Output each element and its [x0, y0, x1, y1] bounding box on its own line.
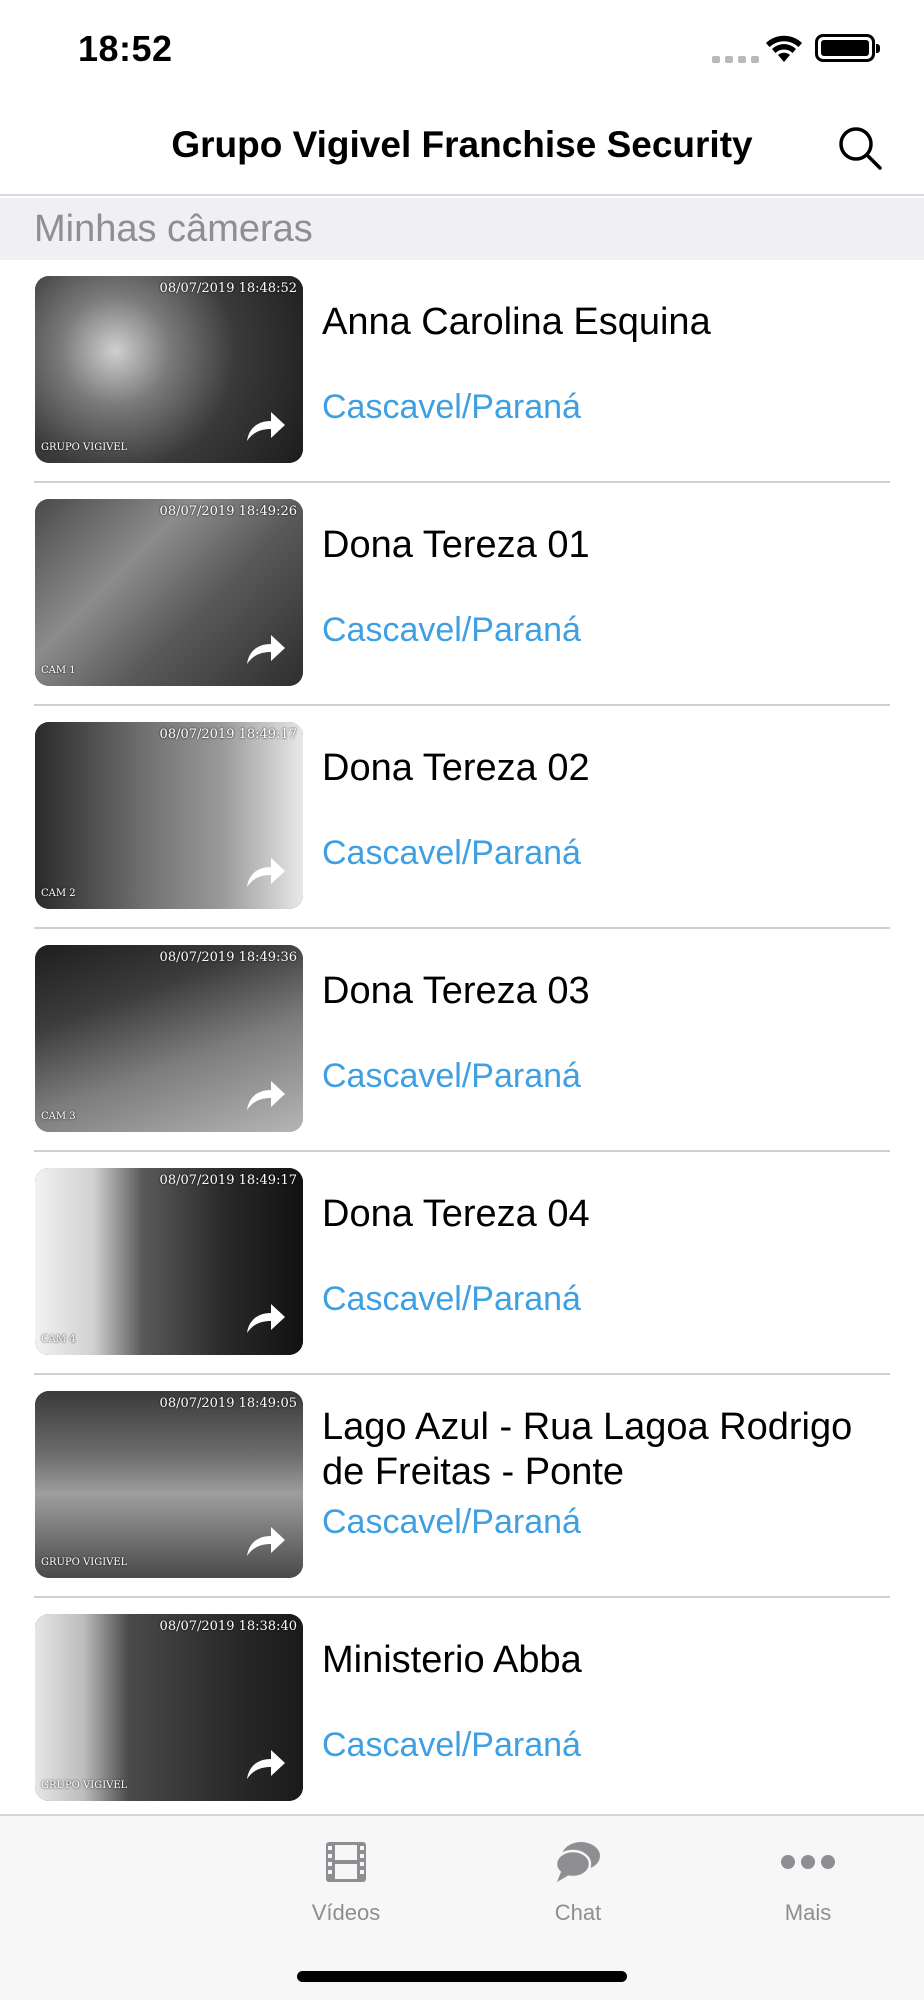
cellular-signal-icon [712, 56, 759, 63]
share-arrow-icon[interactable] [245, 1301, 287, 1335]
thumbnail-timestamp: 08/07/2019 18:49:17 [159, 727, 297, 742]
battery-icon [815, 34, 880, 62]
section-title: Minhas câmeras [34, 208, 313, 250]
camera-title: Lago Azul - Rua Lagoa Rodrigo de Freitas… [322, 1406, 853, 1493]
thumbnail-timestamp: 08/07/2019 18:49:26 [159, 504, 297, 519]
thumbnail-timestamp: 08/07/2019 18:49:17 [159, 1173, 297, 1188]
home-indicator[interactable] [297, 1971, 627, 1982]
camera-thumbnail[interactable]: 08/07/2019 18:49:36 CAM 3 [35, 945, 303, 1132]
camera-title: Dona Tereza 03 [322, 970, 590, 1012]
thumbnail-camera-label: GRUPO VIGIVEL [41, 1557, 128, 1568]
camera-thumbnail[interactable]: 08/07/2019 18:49:26 CAM 1 [35, 499, 303, 686]
camera-row[interactable]: 08/07/2019 18:49:36 CAM 3 Dona Tereza 03… [0, 929, 924, 1152]
tab-label: Vídeos [311, 1900, 381, 1925]
navigation-bar: Grupo Vigivel Franchise Security [0, 100, 924, 196]
share-arrow-icon[interactable] [245, 1078, 287, 1112]
page-title: Grupo Vigivel Franchise Security [171, 124, 753, 165]
thumbnail-timestamp: 08/07/2019 18:49:36 [159, 950, 297, 965]
thumbnail-camera-label: CAM 2 [41, 888, 76, 899]
camera-list: 08/07/2019 18:48:52 GRUPO VIGIVEL Anna C… [0, 260, 924, 1821]
share-arrow-icon[interactable] [245, 1524, 287, 1558]
camera-location: Cascavel/Paraná [322, 388, 581, 426]
thumbnail-camera-label: CAM 1 [41, 665, 76, 676]
camera-thumbnail[interactable]: 08/07/2019 18:49:05 GRUPO VIGIVEL [35, 1391, 303, 1578]
camera-location: Cascavel/Paraná [322, 1503, 581, 1541]
more-dots-icon [781, 1855, 835, 1869]
camera-thumbnail[interactable]: 08/07/2019 18:49:17 CAM 4 [35, 1168, 303, 1355]
camera-location: Cascavel/Paraná [322, 1280, 581, 1318]
thumbnail-timestamp: 08/07/2019 18:49:05 [159, 1396, 297, 1411]
camera-title: Ministerio Abba [322, 1639, 582, 1681]
camera-location: Cascavel/Paraná [322, 834, 581, 872]
share-arrow-icon[interactable] [245, 632, 287, 666]
camera-row[interactable]: 08/07/2019 18:49:17 CAM 2 Dona Tereza 02… [0, 706, 924, 929]
thumbnail-timestamp: 08/07/2019 18:48:52 [159, 281, 297, 296]
camera-location: Cascavel/Paraná [322, 1726, 581, 1764]
tab-videos[interactable]: Vídeos [276, 1834, 416, 1926]
chat-bubbles-icon [554, 1842, 600, 1882]
camera-row[interactable]: 08/07/2019 18:38:40 GRUPO VIGIVEL Minist… [0, 1598, 924, 1821]
camera-title: Anna Carolina Esquina [322, 301, 711, 343]
camera-row[interactable]: 08/07/2019 18:49:05 GRUPO VIGIVEL Lago A… [0, 1375, 924, 1598]
tab-chat[interactable]: Chat [508, 1834, 648, 1926]
share-arrow-icon[interactable] [245, 409, 287, 443]
camera-location: Cascavel/Paraná [322, 1057, 581, 1095]
camera-title: Dona Tereza 01 [322, 524, 590, 566]
thumbnail-camera-label: CAM 3 [41, 1111, 76, 1122]
thumbnail-camera-label: GRUPO VIGIVEL [41, 1780, 128, 1791]
share-arrow-icon[interactable] [245, 855, 287, 889]
section-header: Minhas câmeras [0, 198, 924, 260]
camera-thumbnail[interactable]: 08/07/2019 18:48:52 GRUPO VIGIVEL [35, 276, 303, 463]
camera-title: Dona Tereza 02 [322, 747, 590, 789]
thumbnail-camera-label: GRUPO VIGIVEL [41, 442, 128, 453]
tab-label: Mais [784, 1900, 832, 1925]
share-arrow-icon[interactable] [245, 1747, 287, 1781]
camera-thumbnail[interactable]: 08/07/2019 18:49:17 CAM 2 [35, 722, 303, 909]
camera-row[interactable]: 08/07/2019 18:49:17 CAM 4 Dona Tereza 04… [0, 1152, 924, 1375]
camera-title: Dona Tereza 04 [322, 1193, 590, 1235]
search-icon[interactable] [834, 122, 886, 174]
tab-more[interactable]: Mais [738, 1834, 878, 1926]
film-icon [326, 1842, 366, 1882]
status-bar: 18:52 [0, 0, 924, 100]
thumbnail-camera-label: CAM 4 [41, 1334, 76, 1345]
camera-location: Cascavel/Paraná [322, 611, 581, 649]
camera-row[interactable]: 08/07/2019 18:48:52 GRUPO VIGIVEL Anna C… [0, 260, 924, 483]
camera-row[interactable]: 08/07/2019 18:49:26 CAM 1 Dona Tereza 01… [0, 483, 924, 706]
camera-thumbnail[interactable]: 08/07/2019 18:38:40 GRUPO VIGIVEL [35, 1614, 303, 1801]
tab-label: Chat [554, 1900, 602, 1925]
thumbnail-timestamp: 08/07/2019 18:38:40 [159, 1619, 297, 1634]
wifi-icon [766, 35, 802, 62]
status-time: 18:52 [78, 28, 173, 69]
